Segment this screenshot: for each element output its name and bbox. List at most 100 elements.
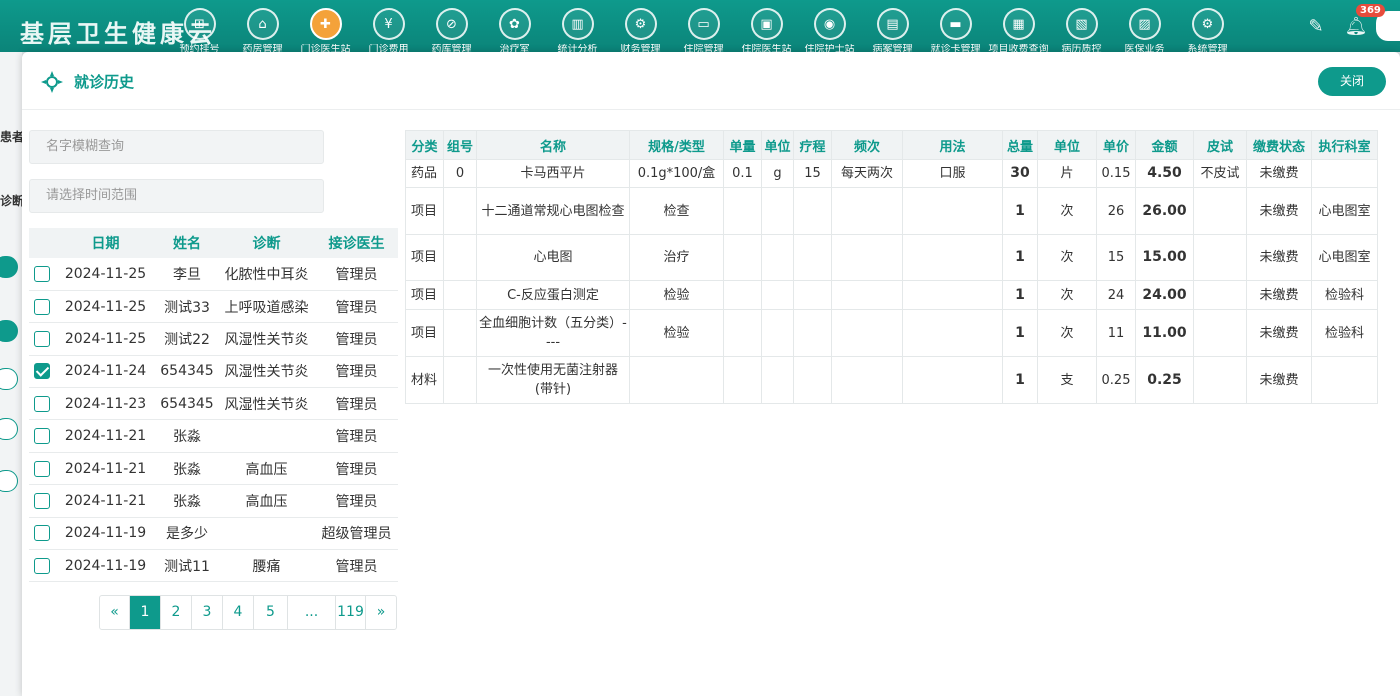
detail-amount: 24.00: [1135, 280, 1194, 310]
page-button[interactable]: 119: [336, 596, 366, 629]
detail-column-header: 疗程: [793, 130, 832, 160]
close-button[interactable]: 关闭: [1318, 67, 1386, 96]
detail-amount: 26.00: [1135, 187, 1194, 235]
bell-icon[interactable]: 🔔︎ 369: [1336, 3, 1385, 37]
detail-dose: [723, 280, 762, 310]
detail-dose: [723, 234, 762, 281]
detail-row: 项目 全血细胞计数（五分类）---- 检验 1 次 11 11.00 未缴费 检验科: [405, 309, 1378, 357]
detail-category: 材料: [405, 356, 444, 404]
visit-doctor: 管理员: [315, 484, 398, 518]
bg-pill: [0, 418, 18, 440]
time-range-input[interactable]: 请选择时间范围: [29, 179, 324, 213]
visit-date: 2024-11-19: [55, 549, 156, 583]
detail-spec: 检验: [629, 280, 724, 310]
detail-frequency: 每天两次: [831, 159, 903, 188]
row-checkbox[interactable]: [34, 525, 50, 542]
bg-pill: [0, 470, 18, 492]
visit-row[interactable]: 2024-11-23 654345 风湿性关节炎 管理员: [29, 387, 398, 421]
bed-icon: ▭: [687, 8, 720, 40]
visit-date: 2024-11-25: [55, 258, 156, 291]
detail-status: 未缴费: [1246, 356, 1312, 404]
detail-name: 一次性使用无菌注射器(带针): [476, 356, 630, 404]
row-checkbox[interactable]: [34, 428, 50, 445]
visit-row[interactable]: 2024-11-25 测试33 上呼吸道感染 管理员: [29, 290, 398, 324]
prev-page-button[interactable]: «: [100, 596, 130, 629]
nav-item[interactable]: ⊞ 预约挂号: [168, 4, 231, 54]
nav-item[interactable]: ⌂ 药房管理: [231, 4, 294, 54]
visit-row[interactable]: 2024-11-19 是多少 超级管理员: [29, 517, 398, 551]
row-checkbox[interactable]: [34, 330, 50, 347]
page-button[interactable]: 2: [161, 596, 192, 629]
row-checkbox[interactable]: [34, 460, 50, 477]
page-button[interactable]: 5: [254, 596, 288, 629]
gear-icon: ⚙: [624, 8, 657, 40]
visit-row[interactable]: 2024-11-21 张淼 高血压 管理员: [29, 452, 398, 486]
page-button[interactable]: 4: [223, 596, 254, 629]
visit-date: 2024-11-25: [55, 290, 156, 324]
nav-item[interactable]: ▣ 住院医生站: [735, 4, 798, 54]
page-button[interactable]: ...: [288, 596, 336, 629]
nav-item[interactable]: ▤ 病案管理: [861, 4, 924, 54]
main-nav: ⊞ 预约挂号 ⌂ 药房管理 ✚ 门诊医生站 ¥ 门诊费用 ⊘ 药库管理 ✿ 治疗室 ▥ 统计分析 ⚙ 财务管理…: [168, 4, 1239, 54]
detail-row: 药品 0 卡马西平片 0.1g*100/盒 0.1 g 15 每天两次 口服 30 片 0.15 4.5…: [405, 159, 1378, 188]
visit-row[interactable]: 2024-11-19 测试11 腰痛 管理员: [29, 549, 398, 583]
detail-status: 未缴费: [1246, 280, 1312, 310]
detail-skin-test: [1193, 356, 1247, 404]
nav-item[interactable]: ▥ 统计分析: [546, 4, 609, 54]
nav-item[interactable]: ◉ 住院护士站: [798, 4, 861, 54]
nav-item[interactable]: ▧ 病历质控: [1050, 4, 1113, 54]
nav-item[interactable]: ⚙ 系统管理: [1176, 4, 1239, 54]
visit-patient-name: 654345: [156, 387, 218, 421]
detail-amount: 4.50: [1135, 159, 1194, 188]
checkbox-header: [29, 228, 55, 258]
page-button[interactable]: 3: [192, 596, 223, 629]
visit-row[interactable]: 2024-11-21 张淼 管理员: [29, 419, 398, 453]
nav-item[interactable]: ✚ 门诊医生站: [294, 4, 357, 54]
pencil-icon[interactable]: ✎: [1296, 16, 1336, 37]
detail-name: 心电图: [476, 234, 630, 281]
row-checkbox[interactable]: [34, 492, 50, 509]
detail-column-header: 总量: [1002, 130, 1038, 160]
detail-group: [443, 280, 477, 310]
row-checkbox[interactable]: [34, 265, 50, 282]
row-checkbox[interactable]: [34, 395, 50, 412]
bg-pill: [0, 320, 18, 342]
visit-row[interactable]: 2024-11-25 测试22 风湿性关节炎 管理员: [29, 322, 398, 356]
report-icon: ▧: [1065, 8, 1098, 40]
nav-item[interactable]: ⚙ 财务管理: [609, 4, 672, 54]
detail-status: 未缴费: [1246, 309, 1312, 357]
nav-item[interactable]: ✿ 治疗室: [483, 4, 546, 54]
detail-frequency: [831, 187, 903, 235]
detail-dept: [1311, 356, 1378, 404]
nav-item[interactable]: ⊘ 药库管理: [420, 4, 483, 54]
detail-unit: 支: [1037, 356, 1097, 404]
row-checkbox[interactable]: [34, 298, 50, 315]
bg-pill: [0, 256, 18, 278]
nav-item[interactable]: ▬ 就诊卡管理: [924, 4, 987, 54]
detail-category: 项目: [405, 187, 444, 235]
nav-item[interactable]: ¥ 门诊费用: [357, 4, 420, 54]
nav-item[interactable]: ▨ 医保业务: [1113, 4, 1176, 54]
visit-patient-name: 654345: [156, 355, 218, 389]
detail-unit: 次: [1037, 309, 1097, 357]
row-checkbox[interactable]: [34, 557, 50, 574]
row-checkbox[interactable]: [34, 363, 50, 380]
visit-patient-name: 张淼: [156, 419, 218, 453]
nav-item[interactable]: ▭ 住院管理: [672, 4, 735, 54]
name-search-input[interactable]: 名字模糊查询: [29, 130, 324, 164]
page-button[interactable]: 1: [130, 596, 161, 629]
detail-skin-test: [1193, 234, 1247, 281]
pagination: «1 2 3 4 5... 119»: [99, 595, 397, 630]
visit-row[interactable]: 2024-11-25 李旦 化脓性中耳炎 管理员: [29, 258, 398, 291]
next-page-button[interactable]: »: [366, 596, 396, 629]
detail-course: [793, 309, 832, 357]
visit-row[interactable]: 2024-11-24 654345 风湿性关节炎 管理员: [29, 355, 398, 389]
detail-usage: [902, 187, 1003, 235]
visit-row[interactable]: 2024-11-21 张淼 高血压 管理员: [29, 484, 398, 518]
nav-item[interactable]: ▦ 项目收费查询: [987, 4, 1050, 54]
detail-amount: 0.25: [1135, 356, 1194, 404]
bg-label-patient: 患者: [0, 130, 25, 144]
detail-course: 15: [793, 159, 832, 188]
detail-dose-unit: [761, 356, 794, 404]
detail-course: [793, 234, 832, 281]
